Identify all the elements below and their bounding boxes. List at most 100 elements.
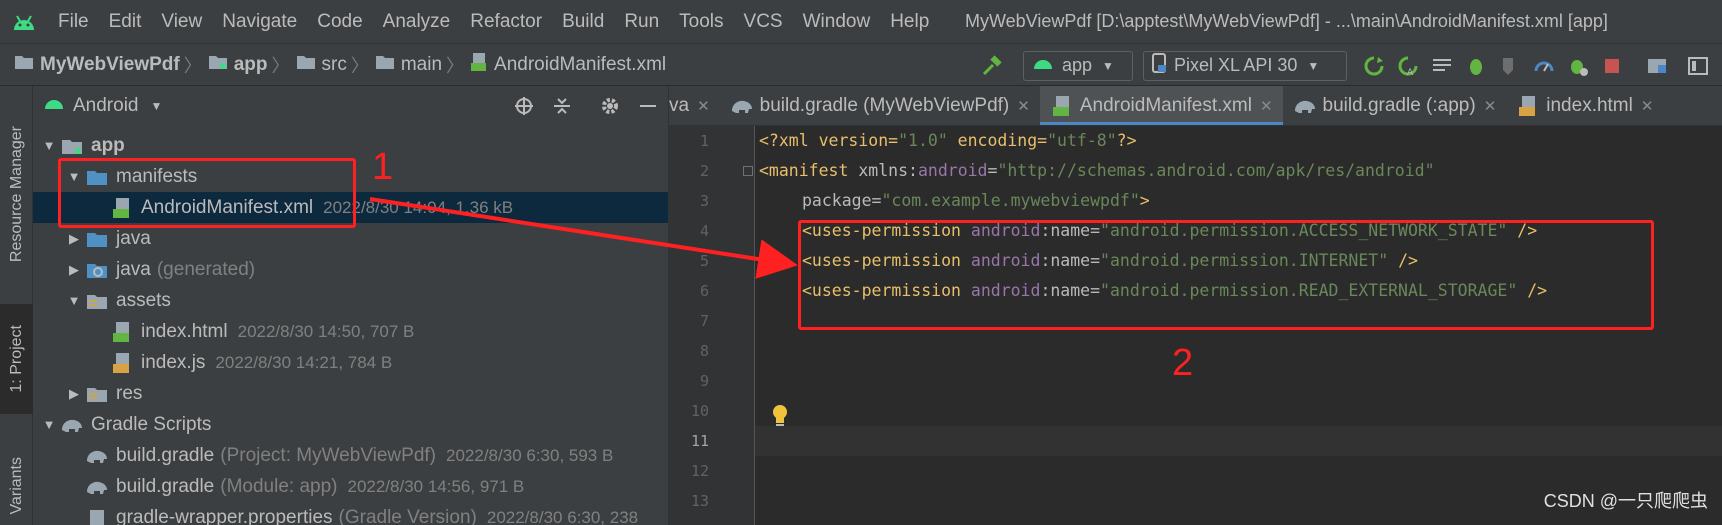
tab-build-gradle-project[interactable]: build.gradle (MyWebViewPdf) ✕: [720, 86, 1040, 125]
build-hammer-icon[interactable]: [978, 52, 1006, 80]
expanded-arrow-icon[interactable]: ▼: [64, 293, 84, 308]
tree-item-suffix: (Gradle Version): [338, 506, 477, 525]
tab-index-html[interactable]: index.html ✕: [1506, 86, 1663, 125]
code-line-2: <manifest xmlns:android="http://schemas.…: [759, 156, 1435, 186]
breadcrumb-project[interactable]: MyWebViewPdf: [40, 54, 180, 76]
minimize-icon[interactable]: [636, 94, 660, 118]
tree-item-label: build.gradle: [116, 444, 215, 466]
generated-folder-icon: [84, 259, 110, 281]
attach-debugger-icon[interactable]: [1496, 52, 1524, 80]
chevron-down-icon[interactable]: ▼: [151, 99, 163, 113]
html-file-icon: [1516, 95, 1540, 117]
annotation-label-2: 2: [1172, 342, 1194, 384]
tab-java-partial[interactable]: va ✕: [669, 86, 720, 125]
navigation-bar: MyWebViewPdf 〉 app 〉 src 〉 main 〉 Androi…: [0, 43, 1722, 86]
code-token: "1.0": [898, 131, 948, 150]
chevron-down-icon: ▼: [1307, 58, 1320, 73]
menu-tools[interactable]: Tools: [669, 0, 733, 43]
menu-file[interactable]: File: [48, 0, 99, 43]
code-line-3: package="com.example.mywebviewpdf">: [802, 186, 1150, 216]
expanded-arrow-icon[interactable]: ▼: [39, 417, 59, 432]
apply-changes-restart-icon[interactable]: [1360, 52, 1388, 80]
line-number: 13: [690, 492, 709, 510]
profiler-gauge-icon[interactable]: [1530, 52, 1558, 80]
fold-marker-icon[interactable]: [743, 166, 753, 176]
menu-run[interactable]: Run: [614, 0, 669, 43]
tree-item-gradle-wrapper[interactable]: gradle-wrapper.properties (Gradle Versio…: [33, 502, 668, 525]
file-meta: 2022/8/30 6:30, 238: [486, 507, 639, 525]
device-manager-icon[interactable]: [1684, 52, 1712, 80]
menu-build[interactable]: Build: [552, 0, 614, 43]
logcat-list-icon[interactable]: [1428, 52, 1456, 80]
tree-item-java-generated[interactable]: ▶ java (generated): [33, 254, 668, 285]
menu-code[interactable]: Code: [307, 0, 372, 43]
collapsed-arrow-icon[interactable]: ▶: [64, 262, 84, 278]
breadcrumb: MyWebViewPdf 〉 app 〉 src 〉 main 〉 Androi…: [0, 43, 666, 86]
tab-label: build.gradle (MyWebViewPdf): [759, 94, 1010, 116]
line-number: 4: [699, 222, 709, 240]
tab-androidmanifest[interactable]: AndroidManifest.xml ✕: [1039, 86, 1283, 125]
menu-window[interactable]: Window: [793, 0, 881, 43]
gear-icon[interactable]: [598, 94, 622, 118]
menu-navigate[interactable]: Navigate: [212, 0, 307, 43]
tree-item-app[interactable]: ▼ app: [33, 130, 668, 161]
close-icon[interactable]: ✕: [1017, 97, 1030, 115]
menu-edit[interactable]: Edit: [99, 0, 152, 43]
code-token: "com.example.mywebviewpdf": [881, 191, 1140, 210]
tree-item-suffix: (Module: app): [220, 475, 338, 497]
debug-bug-icon[interactable]: [1462, 52, 1490, 80]
apply-code-changes-icon[interactable]: A: [1394, 52, 1422, 80]
device-select[interactable]: Pixel XL API 30 ▼: [1143, 50, 1347, 81]
close-icon[interactable]: ✕: [1484, 97, 1497, 115]
project-view-select[interactable]: Android: [73, 95, 139, 117]
line-number: 12: [690, 462, 709, 480]
close-icon[interactable]: ✕: [1641, 97, 1654, 115]
tree-item-gradle-scripts[interactable]: ▼ Gradle Scripts: [33, 409, 668, 440]
breadcrumb-file[interactable]: AndroidManifest.xml: [494, 54, 666, 76]
line-number: 8: [699, 342, 709, 360]
breadcrumb-separator-icon: 〉: [350, 55, 369, 76]
collapse-all-icon[interactable]: [550, 94, 574, 118]
module-folder-icon: [208, 54, 228, 76]
breadcrumb-main[interactable]: main: [401, 54, 442, 76]
attach-process-bug-icon[interactable]: [1564, 52, 1592, 80]
tab-label: index.html: [1546, 94, 1633, 116]
tree-item-index-html[interactable]: index.html 2022/8/30 14:50, 707 B: [33, 316, 668, 347]
project-structure-icon[interactable]: [1643, 52, 1671, 80]
tab-build-gradle-app[interactable]: build.gradle (:app) ✕: [1283, 86, 1507, 125]
tree-item-build-gradle-module[interactable]: build.gradle (Module: app) 2022/8/30 14:…: [33, 471, 668, 502]
expanded-arrow-icon[interactable]: ▼: [39, 138, 59, 153]
menu-refactor[interactable]: Refactor: [460, 0, 552, 43]
collapsed-arrow-icon[interactable]: ▶: [64, 386, 84, 402]
properties-file-icon: [84, 507, 110, 525]
file-meta: 2022/8/30 14:21, 784 B: [215, 352, 393, 372]
menu-help[interactable]: Help: [880, 0, 939, 43]
line-number: 9: [699, 372, 709, 390]
locate-target-icon[interactable]: [512, 94, 536, 118]
build-variants-tab[interactable]: Variants: [0, 446, 33, 525]
run-config-select[interactable]: app ▼: [1023, 50, 1133, 81]
breadcrumb-app[interactable]: app: [234, 54, 268, 76]
intention-lightbulb-icon[interactable]: [770, 403, 790, 432]
menu-view[interactable]: View: [151, 0, 212, 43]
close-icon[interactable]: ✕: [1260, 97, 1273, 115]
menu-analyze[interactable]: Analyze: [373, 0, 461, 43]
breadcrumb-src[interactable]: src: [322, 54, 347, 76]
tree-item-res[interactable]: ▶ res: [33, 378, 668, 409]
resource-manager-tab[interactable]: Resource Manager: [0, 94, 33, 294]
menu-vcs[interactable]: VCS: [734, 0, 793, 43]
code-token: <manifest: [759, 161, 859, 180]
tree-item-build-gradle-project[interactable]: build.gradle (Project: MyWebViewPdf) 202…: [33, 440, 668, 471]
main-toolbar: app ▼ Pixel XL API 30 ▼ A: [975, 44, 1722, 87]
resource-folder-icon: [84, 383, 110, 405]
code-token: <?xml version=: [759, 131, 899, 150]
tree-item-index-js[interactable]: index.js 2022/8/30 14:21, 784 B: [33, 347, 668, 378]
tree-item-assets[interactable]: ▼ assets: [33, 285, 668, 316]
gradle-elephant-icon: [59, 414, 85, 436]
stop-icon[interactable]: [1598, 52, 1626, 80]
tree-item-label: index.js: [141, 351, 206, 373]
close-icon[interactable]: ✕: [697, 97, 710, 115]
collapsed-arrow-icon[interactable]: ▶: [64, 231, 84, 247]
left-tool-strip: Resource Manager 1: Project Variants: [0, 86, 33, 525]
project-tool-tab[interactable]: 1: Project: [0, 304, 33, 414]
